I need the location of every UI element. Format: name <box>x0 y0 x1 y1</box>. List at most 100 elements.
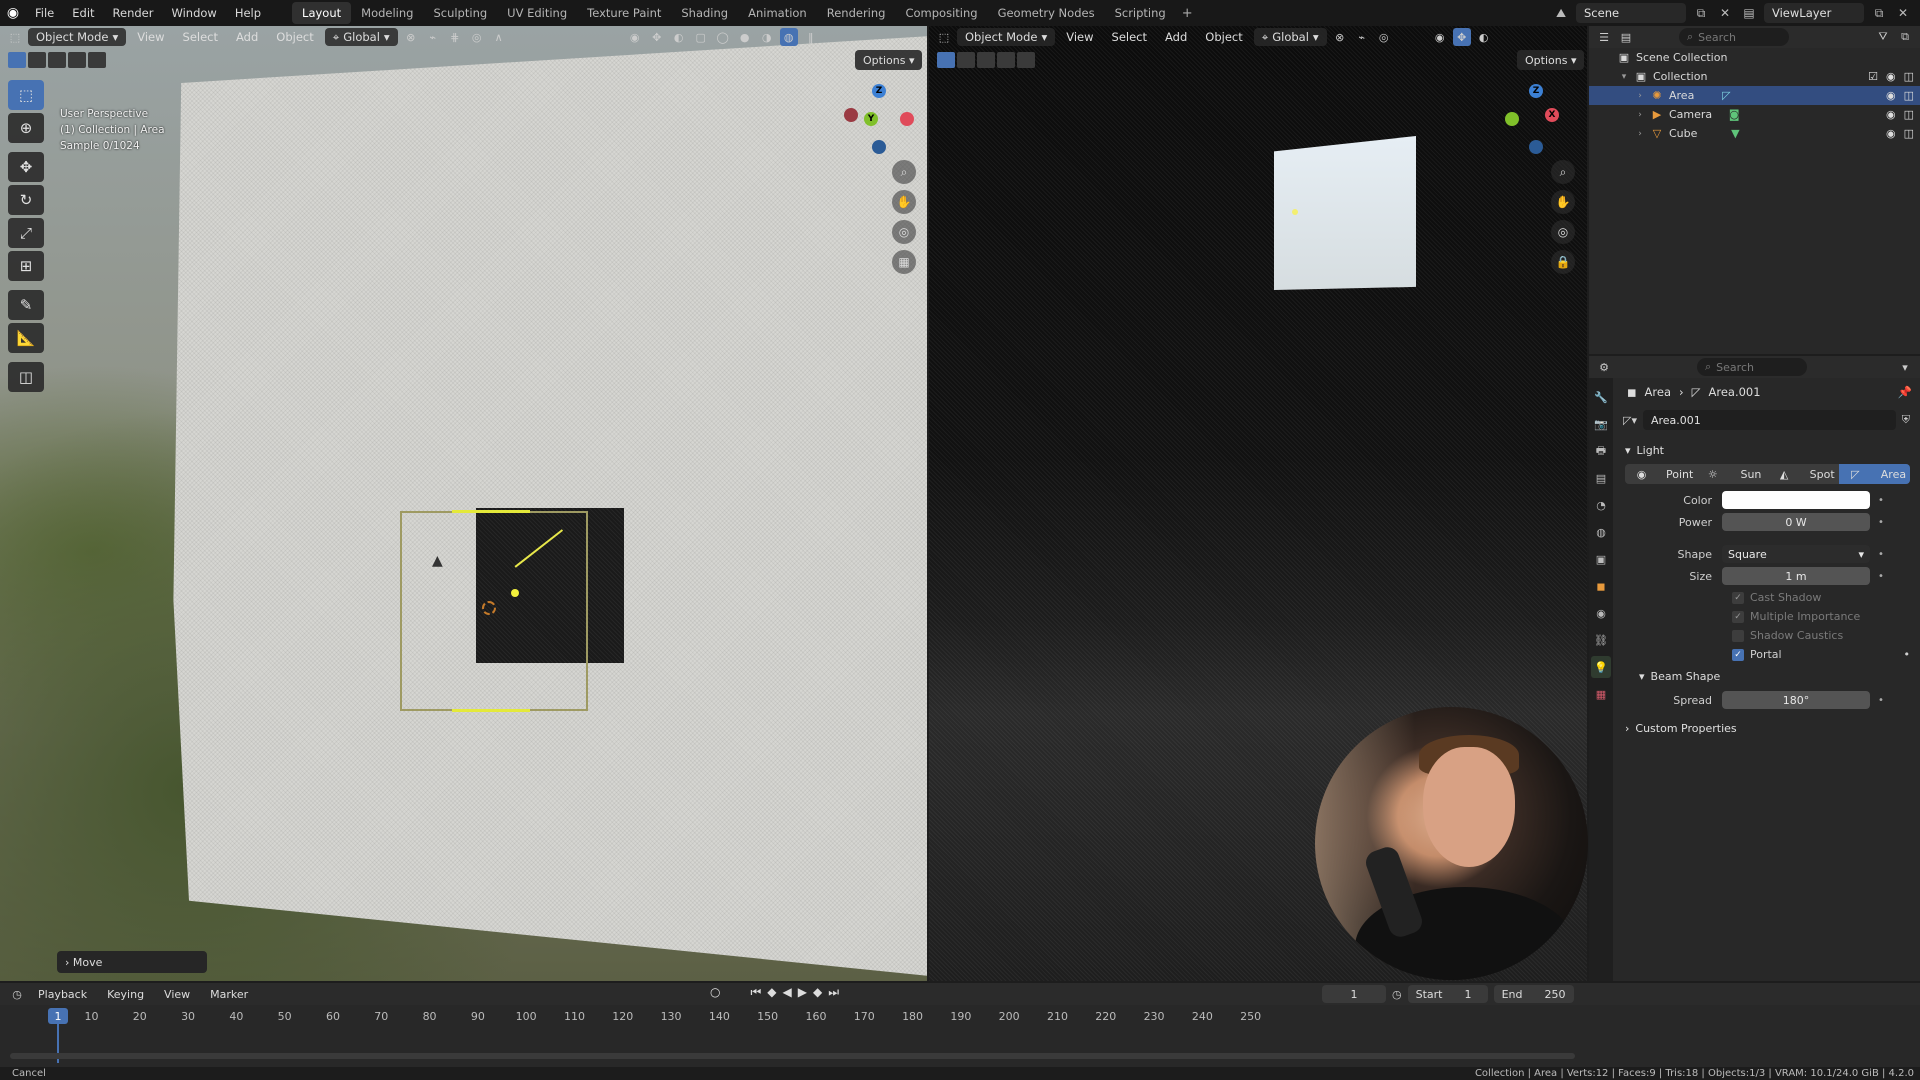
play-reverse-icon[interactable]: ◀ <box>783 985 792 1000</box>
wall-mesh[interactable] <box>173 36 927 976</box>
options-dropdown[interactable]: Options ▾ <box>1517 50 1585 70</box>
beam-shape-header[interactable]: ▾ Beam Shape <box>1617 664 1920 688</box>
play-icon[interactable]: ▶ <box>798 985 807 1000</box>
object-menu[interactable]: Object <box>269 28 320 46</box>
gizmo-y-axis[interactable]: Y <box>864 112 878 126</box>
eye-icon[interactable]: ◉ <box>1886 89 1896 102</box>
keying-menu[interactable]: Keying <box>99 988 152 1001</box>
render-tab-icon[interactable]: 📷 <box>1591 413 1611 435</box>
timeline-scrollbar[interactable] <box>10 1053 1575 1059</box>
scene-icon[interactable]: ⛰ <box>1552 4 1570 22</box>
blender-logo-icon[interactable]: ◉ <box>0 0 26 26</box>
gizmo-z-axis[interactable]: Z <box>1529 84 1543 98</box>
outliner-search-input[interactable]: ⌕ Search <box>1679 28 1789 46</box>
shadow-caustics-checkbox[interactable] <box>1732 629 1744 642</box>
workspace-tab-modeling[interactable]: Modeling <box>351 2 423 24</box>
light-type-area[interactable]: ◸ Area <box>1838 464 1910 484</box>
workspace-tab-shading[interactable]: Shading <box>671 2 738 24</box>
add-menu[interactable]: Add <box>1158 28 1194 46</box>
options-dropdown[interactable]: Options ▾ <box>855 50 923 70</box>
keyframe-dot-icon[interactable]: • <box>1874 695 1888 706</box>
jump-end-icon[interactable]: ⏭ <box>828 985 839 1000</box>
tree-row-cube[interactable]: › ▽ Cube ▼ ◉ ◫ <box>1589 124 1920 143</box>
zoom-icon[interactable]: ⌕ <box>1551 160 1575 184</box>
gizmo-neg-z-axis[interactable] <box>872 140 886 154</box>
eye-icon[interactable]: ◉ <box>1886 108 1896 121</box>
lock-camera-icon[interactable]: 🔒 <box>1551 250 1575 274</box>
menu-edit[interactable]: Edit <box>63 0 103 26</box>
measure-tool-icon[interactable]: 📐 <box>8 323 44 353</box>
move-tool-icon[interactable]: ✥ <box>8 152 44 182</box>
select-box-tool-icon[interactable]: ⬚ <box>8 80 44 110</box>
falloff-icon[interactable]: ∧ <box>490 28 508 46</box>
keyframe-dot-icon[interactable]: • <box>1874 571 1888 582</box>
workspace-tab-sculpting[interactable]: Sculpting <box>423 2 497 24</box>
custom-properties-header[interactable]: › Custom Properties <box>1617 716 1920 740</box>
collection-tab-icon[interactable]: ▣ <box>1591 548 1611 570</box>
select-new-icon[interactable] <box>8 52 26 68</box>
marker-menu[interactable]: Marker <box>202 988 256 1001</box>
gizmo-toggle-icon[interactable]: ✥ <box>1452 28 1471 46</box>
snap-target-icon[interactable]: ⋕ <box>446 28 464 46</box>
constraints-tab-icon[interactable]: ⛓ <box>1591 629 1611 651</box>
breadcrumb-object[interactable]: Area <box>1645 385 1671 399</box>
camera-render-icon[interactable]: ◫ <box>1904 89 1914 102</box>
new-scene-icon[interactable]: ⧉ <box>1692 4 1710 22</box>
color-swatch[interactable] <box>1722 491 1870 509</box>
object-menu[interactable]: Object <box>1198 28 1249 46</box>
tree-row-collection[interactable]: ▾ ▣ Collection ☑ ◉ ◫ <box>1589 67 1920 86</box>
multiple-importance-row[interactable]: ✓ Multiple Importance <box>1617 607 1920 626</box>
expand-caret-icon[interactable]: › <box>1635 110 1645 120</box>
next-keyframe-icon[interactable]: ◆ <box>813 985 822 1000</box>
menu-file[interactable]: File <box>26 0 63 26</box>
datablock-type-icon[interactable]: ◸▾ <box>1623 414 1637 427</box>
gizmo-toggle-icon[interactable]: ✥ <box>648 28 666 46</box>
area-light-handle[interactable] <box>511 589 519 597</box>
proportional-edit-icon[interactable]: ◎ <box>468 28 486 46</box>
editor-type-icon[interactable]: ⚙ <box>1595 358 1613 376</box>
keyframe-dot-icon[interactable]: • <box>1874 549 1888 560</box>
texture-tab-icon[interactable]: ▦ <box>1591 683 1611 705</box>
view-menu[interactable]: View <box>130 28 171 46</box>
camera-render-icon[interactable]: ◫ <box>1904 127 1914 140</box>
viewport-left[interactable]: ▲ ⬚ Object Mode ▾ View Select Add Object… <box>0 26 927 981</box>
camera-view-icon[interactable]: ◎ <box>1551 220 1575 244</box>
gizmo-neg-z-axis[interactable] <box>1529 140 1543 154</box>
spread-field[interactable]: 180° <box>1722 691 1870 709</box>
keyframe-dot-icon[interactable]: • <box>1904 648 1911 661</box>
editor-type-icon[interactable]: ⬚ <box>935 28 953 46</box>
pivot-icon[interactable]: ⊗ <box>1331 28 1349 46</box>
gizmo-y-axis[interactable] <box>1505 112 1519 126</box>
scene-tab-icon[interactable]: ◔ <box>1591 494 1611 516</box>
portal-checkbox[interactable]: ✓ <box>1732 648 1744 661</box>
select-intersect-icon[interactable] <box>1017 52 1035 68</box>
camera-render-icon[interactable]: ◫ <box>1904 70 1914 83</box>
properties-search-input[interactable]: ⌕ Search <box>1697 358 1807 376</box>
menu-help[interactable]: Help <box>226 0 270 26</box>
expand-caret-icon[interactable]: ▾ <box>1619 72 1629 82</box>
portal-row[interactable]: ✓ Portal • <box>1617 645 1920 664</box>
light-type-point[interactable]: ◉ Point <box>1625 464 1696 484</box>
overlays-icon[interactable]: ◐ <box>1475 28 1493 46</box>
pause-render-icon[interactable]: ‖ <box>802 28 820 46</box>
add-cube-tool-icon[interactable]: ◫ <box>8 362 44 392</box>
add-menu[interactable]: Add <box>229 28 265 46</box>
workspace-tab-animation[interactable]: Animation <box>738 2 817 24</box>
gizmo-neg-x-axis[interactable] <box>844 108 858 122</box>
cast-shadow-checkbox[interactable]: ✓ <box>1732 591 1744 604</box>
keyframe-dot-icon[interactable]: • <box>1874 495 1888 506</box>
xray-icon[interactable]: ▢ <box>692 28 710 46</box>
gizmo-x-axis[interactable] <box>900 112 914 126</box>
delete-view-layer-icon[interactable]: ✕ <box>1894 4 1912 22</box>
clock-icon[interactable]: ◷ <box>1392 988 1402 1001</box>
delete-scene-icon[interactable]: ✕ <box>1716 4 1734 22</box>
current-frame-field[interactable]: 1 <box>1322 985 1386 1003</box>
rotate-tool-icon[interactable]: ↻ <box>8 185 44 215</box>
menu-window[interactable]: Window <box>162 0 225 26</box>
workspace-tab-scripting[interactable]: Scripting <box>1105 2 1176 24</box>
visibility-icon[interactable]: ◉ <box>626 28 644 46</box>
fake-user-shield-icon[interactable]: ⛨ <box>1902 413 1910 427</box>
transform-tool-icon[interactable]: ⊞ <box>8 251 44 281</box>
tree-row-scene-collection[interactable]: ▣ Scene Collection <box>1589 48 1920 67</box>
light-type-spot[interactable]: ◭ Spot <box>1768 464 1839 484</box>
